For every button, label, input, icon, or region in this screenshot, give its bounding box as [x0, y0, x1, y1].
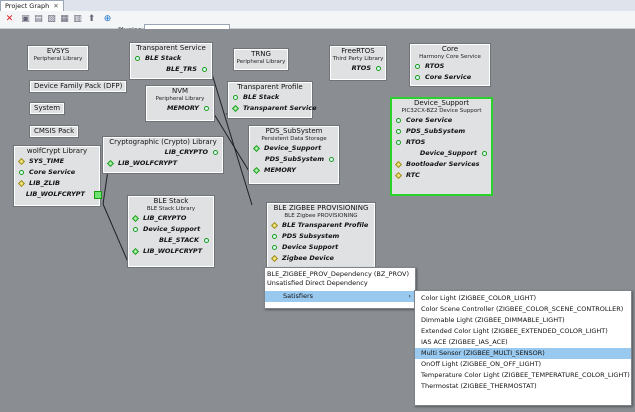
dependency-context-menu: BLE_ZIGBEE_PROV_Dependency (BZ_PROV) Uns… [264, 267, 416, 309]
diamond-port-icon[interactable] [17, 179, 26, 188]
delete-icon[interactable]: ✕ [4, 14, 15, 25]
diamond-port-icon[interactable] [231, 104, 240, 113]
component-ble-stack[interactable]: BLE Stack BLE Stack Library LIB_CRYPTO D… [127, 195, 215, 268]
submenu-item[interactable]: Thermostat (ZIGBEE_THERMOSTAT) [415, 381, 631, 392]
dependency-port-icon[interactable] [133, 227, 138, 232]
submenu-item[interactable]: Color Light (ZIGBEE_COLOR_LIGHT) [415, 293, 631, 304]
diamond-port-icon[interactable] [106, 159, 115, 168]
diamond-port-icon[interactable] [270, 254, 279, 263]
close-icon[interactable]: ✕ [53, 2, 58, 10]
diamond-port-icon[interactable] [270, 221, 279, 230]
capability-port-icon[interactable] [329, 157, 334, 162]
component-freertos[interactable]: FreeRTOS Third Party Library RTOS [329, 45, 387, 81]
submenu-item[interactable]: Dimmable Light (ZIGBEE_DIMMABLE_LIGHT) [415, 315, 631, 326]
component-system[interactable]: System [28, 102, 66, 115]
capability-port-icon[interactable] [376, 66, 381, 71]
project-graph-canvas[interactable]: EVSYS Peripheral Library Transparent Ser… [0, 29, 635, 412]
capability-port-icon[interactable] [213, 150, 218, 155]
component-ble-zigbee-provisioning[interactable]: BLE ZIGBEE PROVISIONING BLE Zigbee PROVI… [266, 202, 376, 270]
submenu-item[interactable]: Color Scene Controller (ZIGBEE_COLOR_SCE… [415, 304, 631, 315]
capability-port-icon[interactable] [94, 191, 102, 199]
submenu-item[interactable]: Temperature Color Light (ZIGBEE_TEMPERAT… [415, 370, 631, 381]
dependency-port-icon[interactable] [396, 140, 401, 145]
dependency-port-icon[interactable] [396, 118, 401, 123]
component-nvm[interactable]: NVM Peripheral Library MEMORY [145, 85, 215, 122]
component-wolfcrypt[interactable]: wolfCrypt Library SYS_TIME Core Service … [13, 145, 102, 207]
dependency-port-icon[interactable] [135, 56, 140, 61]
dependency-port-icon[interactable] [233, 95, 238, 100]
diamond-port-icon[interactable] [394, 171, 403, 180]
diamond-port-icon[interactable] [17, 157, 26, 166]
crosshair-icon[interactable]: ⊕ [102, 14, 113, 25]
component-cmsis-pack[interactable]: CMSIS Pack [28, 125, 80, 138]
export-icon[interactable]: ▧ [46, 14, 57, 25]
diamond-port-icon[interactable] [394, 160, 403, 169]
capability-port-icon[interactable] [204, 238, 209, 243]
component-device-support[interactable]: Device_Support PIC32CX-BZ2 Device Suppor… [390, 97, 493, 196]
capability-port-icon[interactable] [204, 106, 209, 111]
group-icon[interactable]: ▤ [33, 14, 44, 25]
component-crypto-library[interactable]: Cryptographic (Crypto) Library LIB_CRYPT… [102, 136, 224, 174]
add-group-icon[interactable]: ▣ [20, 14, 31, 25]
submenu-item[interactable]: OnOff Light (ZIGBEE_ON_OFF_LIGHT) [415, 359, 631, 370]
capability-port-icon[interactable] [482, 151, 487, 156]
dependency-port-icon[interactable] [272, 234, 277, 239]
component-evsys[interactable]: EVSYS Peripheral Library [27, 45, 89, 71]
context-menu-title: BLE_ZIGBEE_PROV_Dependency (BZ_PROV) [267, 270, 410, 278]
toolbar: ✕ ▣ ▤ ▧ ▦ ▥ ⬆ ⊕ Plugins: ⌄ [0, 11, 635, 37]
component-trng[interactable]: TRNG Peripheral Library [233, 48, 289, 71]
submenu-item-highlighted[interactable]: Multi Sensor (ZIGBEE_MULTI_SENSOR) [415, 348, 631, 359]
capability-port-icon[interactable] [415, 75, 420, 80]
component-dfp[interactable]: Device Family Pack (DFP) [28, 80, 128, 93]
diamond-port-icon[interactable] [131, 247, 140, 256]
satisfiers-menu-item[interactable]: Satisfiers › [265, 291, 415, 302]
diamond-port-icon[interactable] [131, 214, 140, 223]
chevron-right-icon: › [408, 292, 411, 300]
dependency-port-icon[interactable] [19, 170, 24, 175]
capability-port-icon[interactable] [202, 67, 207, 72]
satisfiers-submenu: Color Light (ZIGBEE_COLOR_LIGHT) Color S… [414, 290, 632, 406]
dependency-port-icon[interactable] [396, 129, 401, 134]
move-up-icon[interactable]: ⬆ [86, 14, 97, 25]
dependency-port-icon[interactable] [272, 245, 277, 250]
submenu-item[interactable]: Extended Color Light (ZIGBEE_EXTENDED_CO… [415, 326, 631, 337]
component-transparent-service[interactable]: Transparent Service BLE Stack BLE_TRS [129, 42, 213, 80]
component-pds-subsystem[interactable]: PDS_SubSystem Persistent Data Storage De… [248, 125, 340, 185]
component-core[interactable]: Core Harmony Core Service RTOS Core Serv… [409, 43, 491, 87]
save-layout-icon[interactable]: ▦ [59, 14, 70, 25]
diamond-port-icon[interactable] [252, 166, 261, 175]
submenu-item[interactable]: IAS ACE (ZIGBEE_IAS_ACE) [415, 337, 631, 348]
context-menu-status: Unsatisfied Direct Dependency [267, 279, 368, 287]
component-transparent-profile[interactable]: Transparent Profile BLE Stack Transparen… [227, 81, 316, 119]
image-icon[interactable]: ▥ [72, 14, 83, 25]
dependency-port-icon[interactable] [415, 64, 420, 69]
diamond-port-icon[interactable] [252, 144, 261, 153]
